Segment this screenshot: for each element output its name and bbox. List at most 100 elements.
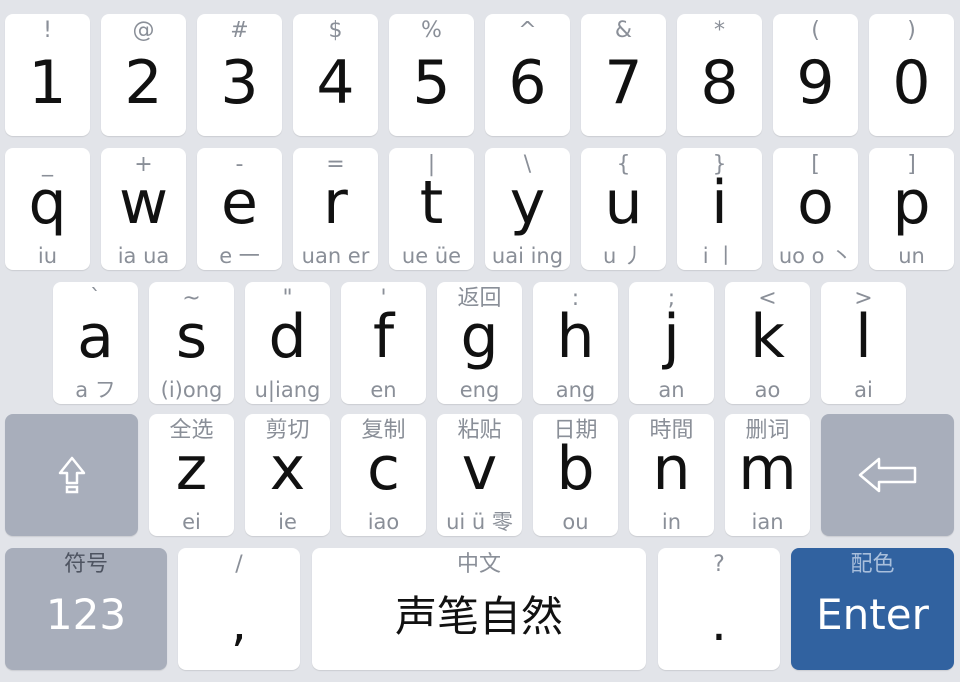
key-g[interactable]: 返回 g eng <box>437 282 522 404</box>
key-main: l <box>855 302 872 372</box>
key-f[interactable]: ' f en <box>341 282 426 404</box>
key-a[interactable]: ` a a フ <box>53 282 138 404</box>
key-main: Enter <box>816 590 929 639</box>
key-main: w <box>118 168 169 238</box>
key-b[interactable]: 日期 b ou <box>533 414 618 536</box>
key-9[interactable]: (9 <box>773 14 858 136</box>
symbols-key[interactable]: 符号 123 <box>5 548 167 670</box>
key-main: o <box>797 168 834 238</box>
enter-key[interactable]: 配色 Enter <box>791 548 954 670</box>
key-sub: eng <box>459 378 500 402</box>
key-main: 5 <box>412 48 451 118</box>
key-main: 8 <box>700 48 739 118</box>
key-t[interactable]: | t ue üe <box>389 148 474 270</box>
key-main: , <box>231 594 247 652</box>
key-top: 中文 <box>456 552 501 577</box>
key-1[interactable]: ! 1 <box>5 14 90 136</box>
backspace-arrow-left-icon <box>821 414 954 536</box>
key-v[interactable]: 粘贴 v ui ü 零 <box>437 414 522 536</box>
key-top: @ <box>132 18 155 43</box>
key-top: % <box>421 18 442 43</box>
shift-arrow-up-icon <box>5 414 138 536</box>
key-main: 0 <box>892 48 931 118</box>
key-main: 声笔自然 <box>394 592 563 641</box>
key-main: f <box>372 302 395 372</box>
key-sub: uo o 丶 <box>778 244 853 268</box>
key-main: b <box>556 434 595 504</box>
key-main: z <box>175 434 208 504</box>
key-sub: (i)ong <box>160 378 223 402</box>
key-sub: ie <box>278 510 297 534</box>
key-n[interactable]: 時間 n in <box>629 414 714 536</box>
key-3[interactable]: #3 <box>197 14 282 136</box>
key-e[interactable]: -ee 一 <box>197 148 282 270</box>
comma-key[interactable]: / , <box>178 548 300 670</box>
key-z[interactable]: 全选 z ei <box>149 414 234 536</box>
space-key[interactable]: 中文 声笔自然 <box>312 548 646 670</box>
key-k[interactable]: < k ao <box>725 282 810 404</box>
key-main: 4 <box>316 48 355 118</box>
key-main: x <box>269 434 306 504</box>
key-sub: ou <box>562 510 589 534</box>
key-j[interactable]: ; j an <box>629 282 714 404</box>
key-top: $ <box>328 18 343 43</box>
key-main: u <box>604 168 643 238</box>
key-c[interactable]: 复制 c iao <box>341 414 426 536</box>
key-u[interactable]: {u u 丿 <box>581 148 666 270</box>
key-l[interactable]: > l ai <box>821 282 906 404</box>
key-5[interactable]: % 5 <box>389 14 474 136</box>
key-top: ? <box>713 552 725 577</box>
key-main: e <box>221 168 258 238</box>
key-main: p <box>892 168 931 238</box>
key-4[interactable]: $4 <box>293 14 378 136</box>
key-7[interactable]: & 7 <box>581 14 666 136</box>
key-sub: ei <box>182 510 201 534</box>
key-main: s <box>175 302 208 372</box>
key-sub: ai <box>854 378 873 402</box>
key-main: 7 <box>604 48 643 118</box>
key-sub: u 丿 <box>603 244 644 268</box>
key-x[interactable]: 剪切 x ie <box>245 414 330 536</box>
key-sub: u|iang <box>254 378 321 402</box>
key-top: 配色 <box>850 552 895 577</box>
key-d[interactable]: " d u|iang <box>245 282 330 404</box>
key-top: ) <box>907 18 916 43</box>
key-top: ( <box>811 18 820 43</box>
key-top: ^ <box>518 18 537 43</box>
key-o[interactable]: [o uo o 丶 <box>773 148 858 270</box>
key-sub: ia ua <box>117 244 170 268</box>
key-main: r <box>323 168 348 238</box>
key-top: / <box>235 552 243 577</box>
key-8[interactable]: * 8 <box>677 14 762 136</box>
key-r[interactable]: = r uan er <box>293 148 378 270</box>
key-main: 1 <box>28 48 67 118</box>
period-key[interactable]: ? . <box>658 548 780 670</box>
key-main: i <box>711 168 728 238</box>
key-i[interactable]: } i i 丨 <box>677 148 762 270</box>
key-s[interactable]: ~ s (i)ong <box>149 282 234 404</box>
key-h[interactable]: : h ang <box>533 282 618 404</box>
key-2[interactable]: @2 <box>101 14 186 136</box>
key-6[interactable]: ^ 6 <box>485 14 570 136</box>
key-sub: an <box>658 378 685 402</box>
key-main: n <box>652 434 691 504</box>
key-w[interactable]: + w ia ua <box>101 148 186 270</box>
key-sub: uan er <box>301 244 370 268</box>
key-m[interactable]: 删词 m ian <box>725 414 810 536</box>
key-main: d <box>268 302 307 372</box>
key-0[interactable]: ) 0 <box>869 14 954 136</box>
backspace-key[interactable] <box>821 414 954 536</box>
key-main: t <box>419 168 444 238</box>
key-top: ! <box>43 18 52 43</box>
shift-key[interactable] <box>5 414 138 536</box>
key-sub: ang <box>555 378 596 402</box>
key-q[interactable]: _ q iu <box>5 148 90 270</box>
key-sub: uai ing <box>491 244 564 268</box>
key-main: 9 <box>796 48 835 118</box>
key-y[interactable]: \ y uai ing <box>485 148 570 270</box>
key-top: * <box>714 18 725 43</box>
key-main: m <box>738 434 797 504</box>
keyboard: ! 1 @2 #3 $4 % 5 ^ 6 & 7 * 8 (9 ) 0 _ q iu + w ia … <box>0 0 960 682</box>
key-sub: ao <box>754 378 781 402</box>
key-p[interactable]: ] p un <box>869 148 954 270</box>
